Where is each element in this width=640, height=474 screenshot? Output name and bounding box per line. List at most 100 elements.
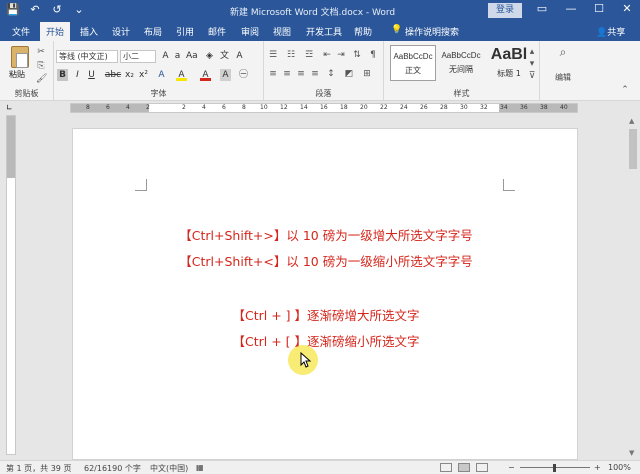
copy-icon[interactable]: ⎘ <box>36 61 46 71</box>
clear-format-icon[interactable]: ◈ <box>204 50 215 62</box>
bold-button[interactable]: B <box>57 69 68 81</box>
document-page[interactable]: 【Ctrl+Shift+>】以 10 磅为一级增大所选文字字号 【Ctrl+Sh… <box>72 128 578 460</box>
paste-button-label[interactable]: 粘贴 <box>9 69 25 80</box>
paste-icon[interactable] <box>11 46 29 68</box>
macro-icon[interactable]: ▦ <box>196 463 204 472</box>
character-shading-button[interactable]: A <box>220 69 231 81</box>
document-line[interactable]: 【Ctrl+Shift+<】以 10 磅为一级缩小所选文字字号 <box>73 251 579 270</box>
phonetic-guide-icon[interactable]: 文 <box>219 50 230 62</box>
editing-label[interactable]: 编辑 <box>540 72 586 83</box>
bullets-icon[interactable]: ☰ <box>268 50 278 60</box>
numbering-icon[interactable]: ☷ <box>286 50 296 60</box>
maximize-button[interactable]: ☐ <box>590 2 608 15</box>
zoom-slider-knob[interactable] <box>553 464 556 472</box>
undo-icon[interactable]: ↶ <box>28 3 42 16</box>
superscript-button[interactable]: x² <box>138 69 149 81</box>
text-effects-button[interactable]: A <box>156 69 167 81</box>
align-left-icon[interactable]: ≡ <box>268 69 278 79</box>
tell-me-search[interactable]: 操作说明搜索 <box>405 25 459 38</box>
vertical-ruler[interactable] <box>6 115 16 455</box>
web-layout-icon[interactable] <box>476 463 488 472</box>
align-right-icon[interactable]: ≡ <box>296 69 306 79</box>
page-count[interactable]: 第 1 页，共 39 页 <box>6 463 71 474</box>
mouse-pointer-icon <box>300 352 312 368</box>
strikethrough-button[interactable]: abc <box>104 69 122 81</box>
clipboard-label: 剪贴板 <box>14 89 39 98</box>
font-size-select[interactable]: 小二 <box>120 50 156 63</box>
style-heading-1[interactable]: AaBl 标题 1 <box>486 45 532 81</box>
ribbon-display-icon[interactable]: ▭ <box>533 2 551 15</box>
show-marks-icon[interactable]: ¶ <box>368 50 378 60</box>
increase-indent-icon[interactable]: ⇥ <box>336 50 346 60</box>
enclose-character-icon[interactable]: ㊀ <box>238 69 249 81</box>
decrease-indent-icon[interactable]: ⇤ <box>322 50 332 60</box>
ruler-number: 38 <box>540 104 548 111</box>
format-painter-icon[interactable]: 🖌 <box>36 74 47 84</box>
tab-home[interactable]: 开始 <box>40 22 71 41</box>
close-button[interactable]: ✕ <box>618 2 636 15</box>
document-line[interactable]: 【Ctrl + ] 】逐渐磅增大所选文字 <box>73 305 579 324</box>
tab-mailings[interactable]: 邮件 <box>208 25 226 38</box>
highlight-button[interactable]: A <box>176 69 187 81</box>
share-button[interactable]: 👤共享 <box>596 25 625 38</box>
tab-selector-icon[interactable]: ∟ <box>6 103 16 113</box>
tab-references[interactable]: 引用 <box>176 25 194 38</box>
print-layout-icon[interactable] <box>458 463 470 472</box>
style-normal[interactable]: AaBbCcDc 正文 <box>390 45 436 81</box>
tab-insert[interactable]: 插入 <box>80 25 98 38</box>
italic-button[interactable]: I <box>72 69 83 81</box>
save-icon[interactable]: 💾 <box>6 3 20 16</box>
login-button[interactable]: 登录 <box>488 3 522 18</box>
underline-button[interactable]: U <box>86 69 97 81</box>
font-label: 字体 <box>150 89 167 98</box>
styles-label: 样式 <box>453 89 470 98</box>
sort-icon[interactable]: ⇅ <box>352 50 362 60</box>
ruler-number: 6 <box>106 104 110 111</box>
redo-icon[interactable]: ↺ <box>50 3 64 16</box>
line-spacing-icon[interactable]: ↕ <box>326 69 336 79</box>
tab-file[interactable]: 文件 <box>12 25 30 38</box>
tab-view[interactable]: 视图 <box>273 25 291 38</box>
shrink-font-icon[interactable]: a <box>172 50 183 62</box>
scroll-up-icon[interactable]: ▲ <box>629 117 634 125</box>
collapse-ribbon-icon[interactable]: ⌃ <box>620 85 630 95</box>
styles-scroll-up-icon[interactable]: ▴ <box>527 47 537 57</box>
tab-help[interactable]: 帮助 <box>354 25 372 38</box>
subscript-button[interactable]: x₂ <box>124 69 135 81</box>
justify-icon[interactable]: ≡ <box>310 69 320 79</box>
document-line[interactable]: 【Ctrl + [ 】逐渐磅缩小所选文字 <box>73 331 579 350</box>
lightbulb-icon: 💡 <box>391 25 403 35</box>
scroll-down-icon[interactable]: ▼ <box>629 449 634 457</box>
multilevel-list-icon[interactable]: ☲ <box>304 50 314 60</box>
borders-icon[interactable]: ⊞ <box>362 69 372 79</box>
style-no-spacing[interactable]: AaBbCcDc 无间隔 <box>438 45 484 81</box>
tab-developer[interactable]: 开发工具 <box>306 25 342 38</box>
document-line[interactable]: 【Ctrl+Shift+>】以 10 磅为一级增大所选文字字号 <box>73 225 579 244</box>
font-name-select[interactable]: 等线 (中文正) <box>56 50 118 63</box>
language-status[interactable]: 中文(中国) <box>150 463 188 474</box>
scroll-thumb[interactable] <box>629 129 637 169</box>
tab-review[interactable]: 审阅 <box>241 25 259 38</box>
styles-scroll-down-icon[interactable]: ▾ <box>527 59 537 69</box>
minimize-button[interactable]: — <box>562 2 580 15</box>
customize-icon[interactable]: ⌄ <box>72 3 86 16</box>
vertical-ruler-margin <box>7 116 15 178</box>
grow-font-icon[interactable]: A <box>160 50 171 62</box>
zoom-level[interactable]: 100% <box>608 463 631 472</box>
read-mode-icon[interactable] <box>440 463 452 472</box>
tab-layout[interactable]: 布局 <box>144 25 162 38</box>
word-count[interactable]: 62/16190 个字 <box>84 463 141 474</box>
character-border-icon[interactable]: A <box>234 50 245 62</box>
change-case-icon[interactable]: Aa <box>186 50 198 62</box>
font-color-button[interactable]: A <box>200 69 211 81</box>
cut-icon[interactable]: ✂ <box>36 47 46 57</box>
tab-design[interactable]: 设计 <box>112 25 130 38</box>
zoom-in-icon[interactable]: + <box>594 463 601 472</box>
vertical-scrollbar[interactable]: ▲ ▼ <box>626 115 640 460</box>
style-normal-sample: AaBbCcDc <box>393 52 433 61</box>
align-center-icon[interactable]: ≡ <box>282 69 292 79</box>
styles-more-icon[interactable]: ⊽ <box>527 71 537 81</box>
shading-icon[interactable]: ◩ <box>344 69 354 79</box>
zoom-out-icon[interactable]: − <box>508 463 515 472</box>
search-icon[interactable]: ⌕ <box>556 46 570 61</box>
